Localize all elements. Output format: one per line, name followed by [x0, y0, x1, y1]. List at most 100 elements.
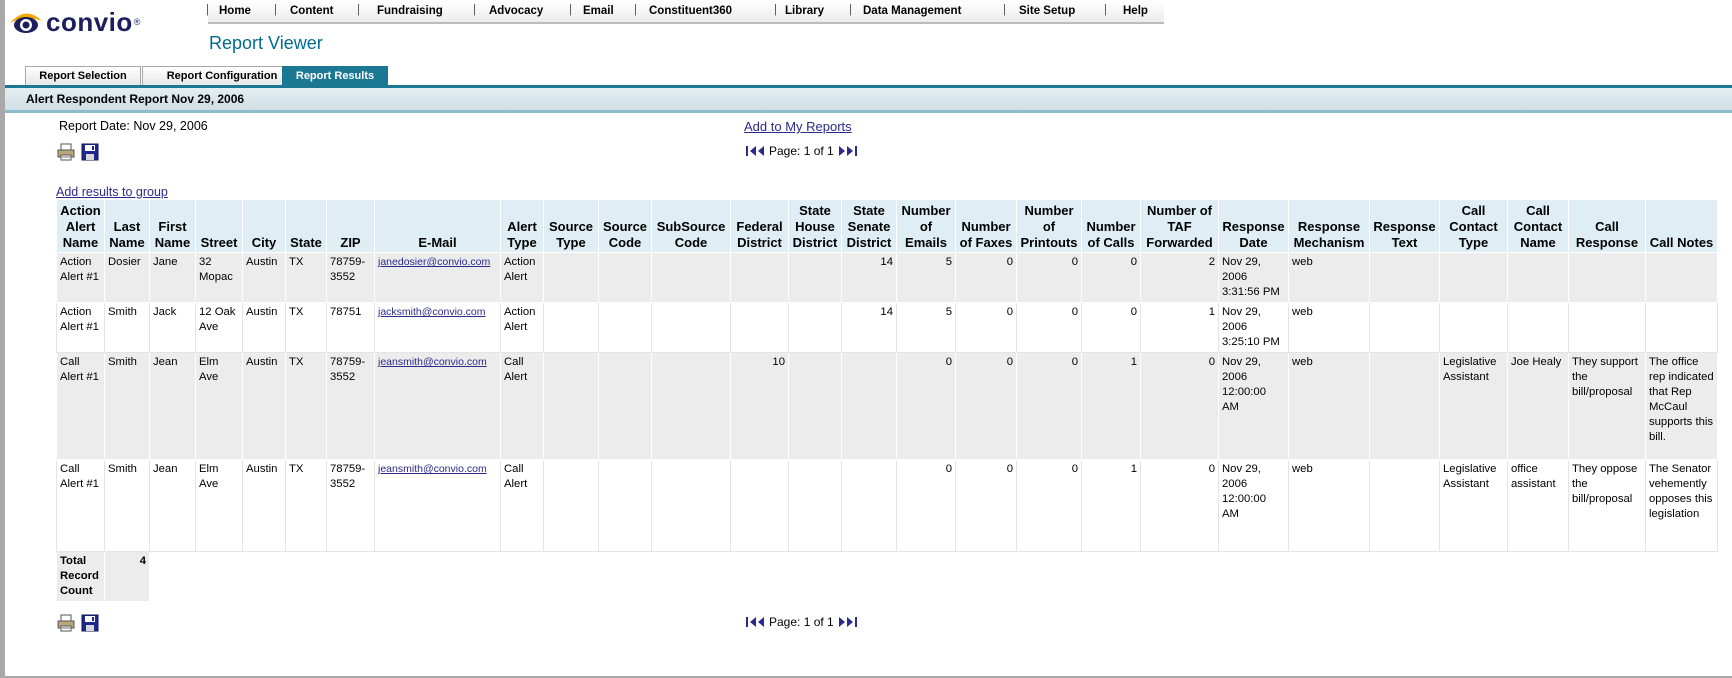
email-link[interactable]: janedosier@convio.com — [378, 256, 490, 268]
nav-separator: | — [774, 4, 777, 16]
cell: Nov 29, 2006 12:00:00 AM — [1218, 352, 1289, 460]
cell: TX — [285, 302, 327, 353]
cell: They oppose the bill/proposal — [1568, 459, 1646, 552]
last-page-arrow[interactable] — [846, 146, 853, 156]
col-header: E-Mail — [374, 199, 501, 253]
col-header: Action Alert Name — [56, 199, 105, 253]
cell: 78759-3552 — [326, 352, 375, 460]
nav-separator: | — [274, 4, 277, 16]
cell — [1369, 302, 1440, 353]
cell: Elm Ave — [195, 352, 243, 460]
nav-advocacy[interactable]: Advocacy — [489, 5, 543, 17]
prev-page-icon[interactable] — [758, 617, 764, 627]
email-link[interactable]: jeansmith@convio.com — [378, 356, 487, 368]
cell: 0 — [1081, 252, 1141, 303]
last-page-icon[interactable] — [854, 617, 857, 627]
table-header-row: Action Alert Name Last Name First Name S… — [56, 199, 1718, 253]
printer-icon[interactable] — [57, 614, 75, 632]
nav-home[interactable]: Home — [219, 5, 251, 17]
col-header: Number of Emails — [896, 199, 956, 253]
cell: The office rep indicated that Rep McCaul… — [1645, 352, 1718, 460]
cell — [1645, 302, 1718, 353]
cell: Action Alert #1 — [56, 302, 105, 353]
cell — [1369, 352, 1440, 460]
cell — [651, 459, 731, 552]
convio-logo[interactable]: convio ® — [8, 4, 140, 40]
first-page-arrow[interactable] — [750, 617, 756, 627]
nav-data-management[interactable]: Data Management — [863, 5, 961, 17]
cell: Austin — [242, 352, 286, 460]
cell: Elm Ave — [195, 459, 243, 552]
first-page-icon[interactable] — [746, 617, 748, 627]
tab-report-results[interactable]: Report Results — [282, 66, 388, 86]
nav-separator: | — [357, 4, 360, 16]
col-header: Street — [195, 199, 243, 253]
first-page-icon[interactable] — [746, 146, 748, 156]
printer-icon[interactable] — [57, 143, 75, 161]
col-header: Number of Faxes — [955, 199, 1017, 253]
email-link[interactable]: jacksmith@convio.com — [378, 306, 486, 318]
top-navigation: | Home | Content | Fundraising | Advocac… — [206, 0, 1164, 24]
col-header: Number of TAF Forwarded — [1140, 199, 1219, 253]
col-header: ZIP — [326, 199, 375, 253]
cell: Call Alert — [500, 352, 544, 460]
last-page-icon[interactable] — [854, 146, 857, 156]
col-header: Response Text — [1369, 199, 1440, 253]
cell: 0 — [896, 352, 956, 460]
cell: 0 — [1140, 459, 1219, 552]
report-date-value: Nov 29, 2006 — [133, 119, 208, 133]
email-link[interactable]: jeansmith@convio.com — [378, 463, 487, 475]
nav-email[interactable]: Email — [583, 5, 614, 17]
nav-content[interactable]: Content — [290, 5, 333, 17]
tab-report-configuration[interactable]: Report Configuration — [142, 66, 302, 86]
nav-library[interactable]: Library — [785, 5, 824, 17]
cell: 78751 — [326, 302, 375, 353]
next-page-icon[interactable] — [838, 617, 845, 627]
col-header: Source Code — [598, 199, 652, 253]
last-page-arrow[interactable] — [846, 617, 853, 627]
nav-site-setup[interactable]: Site Setup — [1019, 5, 1075, 17]
next-page-icon[interactable] — [838, 146, 845, 156]
cell: Legislative Assistant — [1439, 352, 1508, 460]
nav-separator: | — [849, 4, 852, 16]
logo-text: convio — [46, 7, 133, 37]
cell: web — [1288, 252, 1370, 303]
cell: Jane — [149, 252, 196, 303]
cell: 0 — [1016, 352, 1082, 460]
cell — [1645, 252, 1718, 303]
table-row: Call Alert #1 Smith Jean Elm Ave Austin … — [56, 459, 1718, 552]
cell — [1439, 252, 1508, 303]
floppy-disk-icon[interactable] — [81, 614, 99, 632]
nav-constituent360[interactable]: Constituent360 — [649, 5, 732, 17]
cell — [1369, 459, 1440, 552]
cell — [543, 252, 599, 303]
cell: 14 — [841, 252, 897, 303]
cell — [598, 302, 652, 353]
cell — [598, 252, 652, 303]
cell: Action Alert #1 — [56, 252, 105, 303]
cell — [543, 352, 599, 460]
cell: 78759-3552 — [326, 459, 375, 552]
nav-help[interactable]: Help — [1123, 5, 1148, 17]
cell — [730, 459, 789, 552]
col-header: State House District — [788, 199, 842, 253]
total-row: Total Record Count 4 — [56, 551, 1718, 602]
cell: 0 — [1140, 352, 1219, 460]
cell — [788, 302, 842, 353]
cell: Joe Healy — [1507, 352, 1569, 460]
cell: janedosier@convio.com — [374, 252, 501, 303]
tab-report-selection[interactable]: Report Selection — [25, 66, 141, 86]
table-row: Action Alert #1 Smith Jack 12 Oak Ave Au… — [56, 302, 1718, 353]
floppy-disk-icon[interactable] — [81, 143, 99, 161]
first-page-arrow[interactable] — [750, 146, 756, 156]
cell: 78759-3552 — [326, 252, 375, 303]
nav-separator: | — [1003, 4, 1006, 16]
add-results-to-group-link[interactable]: Add results to group — [56, 185, 168, 199]
nav-fundraising[interactable]: Fundraising — [377, 5, 443, 17]
cell: 32 Mopac — [195, 252, 243, 303]
prev-page-icon[interactable] — [758, 146, 764, 156]
nav-separator: | — [206, 4, 209, 16]
add-to-my-reports-link[interactable]: Add to My Reports — [744, 119, 852, 134]
cell: Smith — [104, 302, 150, 353]
cell: 1 — [1140, 302, 1219, 353]
